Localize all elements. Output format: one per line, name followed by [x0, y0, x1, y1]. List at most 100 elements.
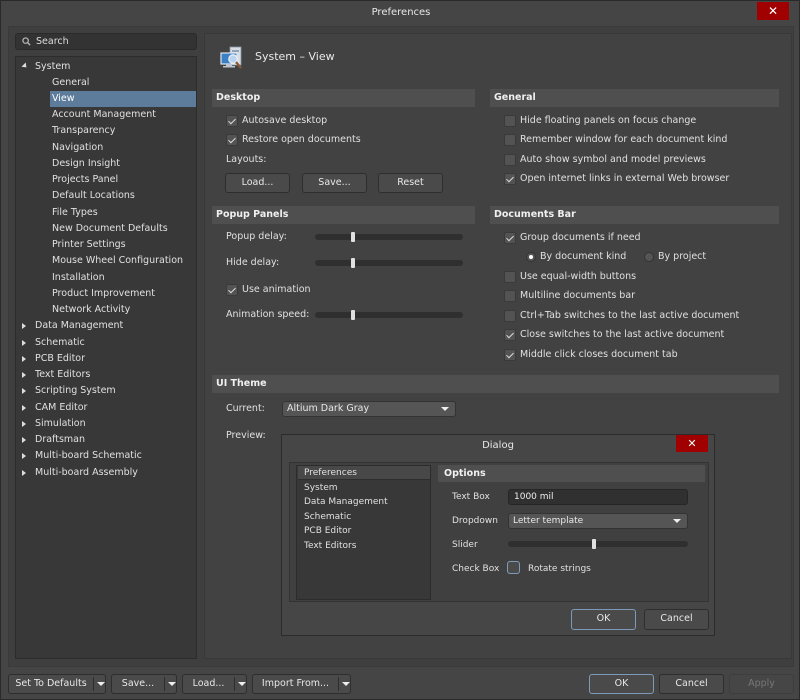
- layouts-load-button[interactable]: Load...: [225, 173, 290, 193]
- expand-arrow-icon[interactable]: [22, 470, 26, 476]
- tree-item-file-types[interactable]: File Types: [50, 205, 196, 221]
- tree-item-cam-editor[interactable]: CAM Editor: [16, 400, 196, 416]
- preview-dialog-title: Dialog: [482, 440, 514, 451]
- expand-arrow-icon[interactable]: [22, 340, 26, 346]
- preview-list-item[interactable]: Preferences: [298, 466, 430, 480]
- slider-thumb[interactable]: [351, 258, 355, 268]
- preview-slider[interactable]: [508, 539, 688, 549]
- tree-item-printer-settings[interactable]: Printer Settings: [50, 237, 196, 253]
- close-button[interactable]: ✕: [757, 2, 789, 20]
- tree-item-account-management[interactable]: Account Management: [50, 107, 196, 123]
- radio-icon[interactable]: [526, 252, 536, 262]
- checkbox-icon[interactable]: [226, 115, 238, 127]
- chevron-down-icon: [673, 519, 681, 523]
- tree-item-default-locations[interactable]: Default Locations: [50, 188, 196, 204]
- ok-button[interactable]: OK: [589, 674, 654, 694]
- tree-item-multi-board-schematic[interactable]: Multi-board Schematic: [16, 448, 196, 464]
- save-split-button[interactable]: Save...: [111, 674, 177, 694]
- tree-item-draftsman[interactable]: Draftsman: [16, 432, 196, 448]
- checkbox-icon[interactable]: [504, 349, 516, 361]
- tree-item-scripting-system[interactable]: Scripting System: [16, 383, 196, 399]
- preview-list-item[interactable]: Data Management: [298, 495, 430, 509]
- tree-item-multi-board-assembly[interactable]: Multi-board Assembly: [16, 465, 196, 481]
- preview-dropdown[interactable]: Letter template: [508, 513, 688, 529]
- tree-item-design-insight[interactable]: Design Insight: [50, 156, 196, 172]
- checkbox-icon[interactable]: [504, 173, 516, 185]
- search-icon: [22, 37, 31, 46]
- checkbox-icon[interactable]: [504, 290, 516, 302]
- preview-cancel-button[interactable]: Cancel: [644, 609, 709, 630]
- ui-theme-section-header: UI Theme: [212, 375, 779, 393]
- expand-arrow-icon[interactable]: [22, 421, 26, 427]
- tree-item-system[interactable]: System: [16, 59, 196, 75]
- load-split-button[interactable]: Load...: [182, 674, 247, 694]
- tree-item-navigation[interactable]: Navigation: [50, 140, 196, 156]
- checkbox-icon[interactable]: [226, 134, 238, 146]
- preview-dropdown-value: Letter template: [513, 516, 584, 526]
- tree-item-mouse-wheel-configuration[interactable]: Mouse Wheel Configuration: [50, 253, 196, 269]
- chevron-down-icon[interactable]: [168, 682, 176, 686]
- expand-arrow-icon[interactable]: [22, 372, 26, 378]
- tree-item-projects-panel[interactable]: Projects Panel: [50, 172, 196, 188]
- close-icon: ✕: [687, 437, 697, 450]
- cancel-button[interactable]: Cancel: [659, 674, 724, 694]
- popup-delay-slider[interactable]: [315, 232, 463, 242]
- expand-arrow-icon[interactable]: [22, 388, 26, 394]
- tree-item-transparency[interactable]: Transparency: [50, 123, 196, 139]
- preview-list-item[interactable]: System: [298, 481, 430, 495]
- preview-list-item[interactable]: Schematic: [298, 510, 430, 524]
- tree-item-text-editors[interactable]: Text Editors: [16, 367, 196, 383]
- checkbox-icon[interactable]: [504, 310, 516, 322]
- layouts-reset-button[interactable]: Reset: [378, 173, 443, 193]
- preview-dropdown-label: Dropdown: [452, 516, 498, 526]
- search-placeholder: Search: [36, 36, 69, 47]
- expand-arrow-icon[interactable]: [22, 323, 26, 329]
- tree-item-simulation[interactable]: Simulation: [16, 416, 196, 432]
- chevron-down-icon[interactable]: [238, 682, 246, 686]
- slider-thumb[interactable]: [351, 310, 355, 320]
- preview-checkbox-label: Check Box: [452, 564, 500, 574]
- theme-dropdown[interactable]: Altium Dark Gray: [282, 401, 456, 417]
- tree-item-view[interactable]: View: [50, 91, 196, 107]
- chevron-down-icon[interactable]: [97, 682, 105, 686]
- tree-item-schematic[interactable]: Schematic: [16, 335, 196, 351]
- preview-ok-button[interactable]: OK: [571, 609, 636, 630]
- expand-arrow-icon[interactable]: [22, 405, 26, 411]
- set-to-defaults-button[interactable]: Set To Defaults: [8, 674, 106, 694]
- radio-icon[interactable]: [644, 252, 654, 262]
- tree-item-installation[interactable]: Installation: [50, 270, 196, 286]
- tree-item-new-document-defaults[interactable]: New Document Defaults: [50, 221, 196, 237]
- expand-arrow-icon[interactable]: [22, 356, 26, 362]
- chevron-down-icon[interactable]: [342, 682, 350, 686]
- layouts-save-button[interactable]: Save...: [302, 173, 367, 193]
- checkbox-icon[interactable]: [504, 329, 516, 341]
- slider-thumb[interactable]: [351, 232, 355, 242]
- checkbox-icon[interactable]: [504, 154, 516, 166]
- layouts-label: Layouts:: [226, 154, 267, 165]
- expand-arrow-icon[interactable]: [21, 62, 29, 70]
- animation-speed-slider[interactable]: [315, 310, 463, 320]
- checkbox-icon[interactable]: [226, 284, 238, 296]
- tree-item-product-improvement[interactable]: Product Improvement: [50, 286, 196, 302]
- expand-arrow-icon[interactable]: [22, 453, 26, 459]
- import-from-button[interactable]: Import From...: [252, 674, 351, 694]
- tree-item-general[interactable]: General: [50, 75, 196, 91]
- checkbox-icon[interactable]: [504, 115, 516, 127]
- tree-item-pcb-editor[interactable]: PCB Editor: [16, 351, 196, 367]
- preview-textbox[interactable]: 1000 mil: [508, 489, 688, 505]
- search-input[interactable]: Search: [15, 33, 197, 50]
- preview-close-button[interactable]: ✕: [676, 435, 708, 452]
- slider-thumb[interactable]: [592, 539, 596, 549]
- tree-item-data-management[interactable]: Data Management: [16, 318, 196, 334]
- preview-options-header: Options: [438, 465, 705, 482]
- preview-list-item[interactable]: PCB Editor: [298, 524, 430, 538]
- preview-list-item[interactable]: Text Editors: [298, 539, 430, 553]
- preview-checkbox[interactable]: [507, 561, 520, 574]
- apply-button[interactable]: Apply: [729, 674, 794, 694]
- hide-delay-slider[interactable]: [315, 258, 463, 268]
- expand-arrow-icon[interactable]: [22, 437, 26, 443]
- checkbox-icon[interactable]: [504, 134, 516, 146]
- tree-item-network-activity[interactable]: Network Activity: [50, 302, 196, 318]
- checkbox-icon[interactable]: [504, 232, 516, 244]
- checkbox-icon[interactable]: [504, 271, 516, 283]
